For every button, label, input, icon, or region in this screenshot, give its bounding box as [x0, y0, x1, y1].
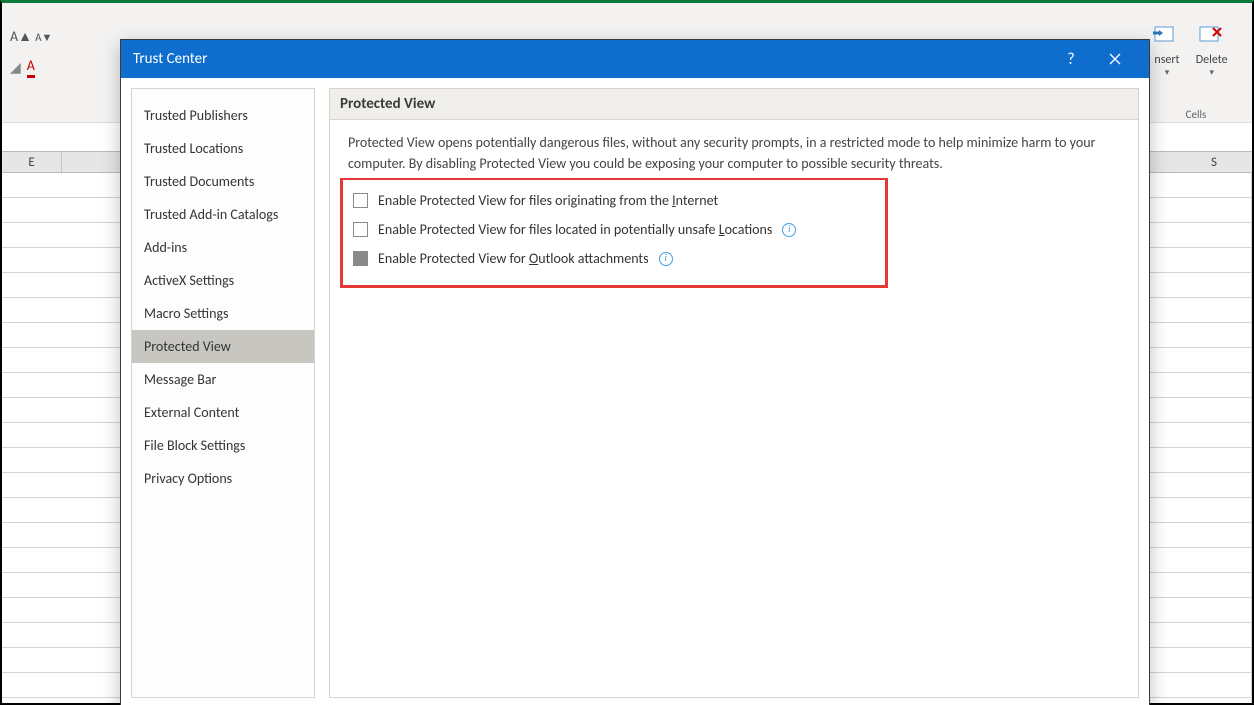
checkbox[interactable]: [353, 251, 368, 266]
nav-item-activex-settings[interactable]: ActiveX Settings: [132, 264, 314, 297]
increase-font-icon[interactable]: A▲ A▼: [10, 28, 100, 45]
checkbox-label[interactable]: Enable Protected View for Outlook attach…: [378, 250, 649, 267]
nav-item-trusted-add-in-catalogs[interactable]: Trusted Add-in Catalogs: [132, 198, 314, 231]
section-description: Protected View opens potentially dangero…: [330, 120, 1138, 180]
highlighted-options-box: Enable Protected View for files originat…: [340, 178, 888, 288]
protected-view-option-2: Enable Protected View for Outlook attach…: [351, 244, 877, 273]
nav-item-protected-view[interactable]: Protected View: [132, 330, 314, 363]
nav-item-macro-settings[interactable]: Macro Settings: [132, 297, 314, 330]
cells-group-label: Cells: [1146, 108, 1246, 121]
dialog-content-pane: Protected View Protected View opens pote…: [329, 88, 1139, 698]
dialog-body: Trusted PublishersTrusted LocationsTrust…: [121, 78, 1149, 705]
nav-item-file-block-settings[interactable]: File Block Settings: [132, 429, 314, 462]
protected-view-option-1: Enable Protected View for files located …: [351, 215, 877, 244]
column-header[interactable]: S: [1152, 152, 1254, 174]
checkbox[interactable]: [353, 193, 368, 208]
trust-center-dialog: Trust Center ? Trusted PublishersTrusted…: [120, 39, 1150, 705]
help-button[interactable]: ?: [1049, 40, 1093, 78]
dialog-title: Trust Center: [133, 50, 1049, 68]
info-icon[interactable]: i: [782, 223, 796, 237]
checkbox-label[interactable]: Enable Protected View for files located …: [378, 221, 772, 238]
help-icon: ?: [1067, 50, 1074, 69]
section-heading: Protected View: [330, 89, 1138, 120]
info-icon[interactable]: i: [659, 252, 673, 266]
close-icon: [1109, 53, 1121, 65]
protected-view-option-0: Enable Protected View for files originat…: [351, 186, 877, 215]
insert-button[interactable]: nsert ▾: [1146, 23, 1188, 78]
ribbon-cells-group: nsert ▾ Delete ▾ Cells: [1146, 23, 1246, 103]
checkbox[interactable]: [353, 222, 368, 237]
nav-item-trusted-publishers[interactable]: Trusted Publishers: [132, 99, 314, 132]
ribbon-font-group: A▲ A▼ ◢ A: [10, 28, 100, 98]
close-button[interactable]: [1093, 40, 1137, 78]
fill-color-icon[interactable]: ◢: [10, 59, 21, 76]
nav-item-privacy-options[interactable]: Privacy Options: [132, 462, 314, 495]
column-header[interactable]: E: [2, 152, 62, 174]
nav-item-external-content[interactable]: External Content: [132, 396, 314, 429]
nav-item-trusted-documents[interactable]: Trusted Documents: [132, 165, 314, 198]
nav-item-message-bar[interactable]: Message Bar: [132, 363, 314, 396]
checkbox-label[interactable]: Enable Protected View for files originat…: [378, 192, 718, 209]
font-color-icon[interactable]: A: [27, 57, 35, 78]
dialog-nav: Trusted PublishersTrusted LocationsTrust…: [131, 88, 315, 698]
nav-item-trusted-locations[interactable]: Trusted Locations: [132, 132, 314, 165]
delete-button[interactable]: Delete ▾: [1191, 23, 1233, 78]
app-frame: A▲ A▼ ◢ A nsert ▾ Delete ▾ Cells E S: [0, 0, 1254, 705]
nav-item-add-ins[interactable]: Add-ins: [132, 231, 314, 264]
dialog-titlebar: Trust Center ?: [121, 40, 1149, 78]
